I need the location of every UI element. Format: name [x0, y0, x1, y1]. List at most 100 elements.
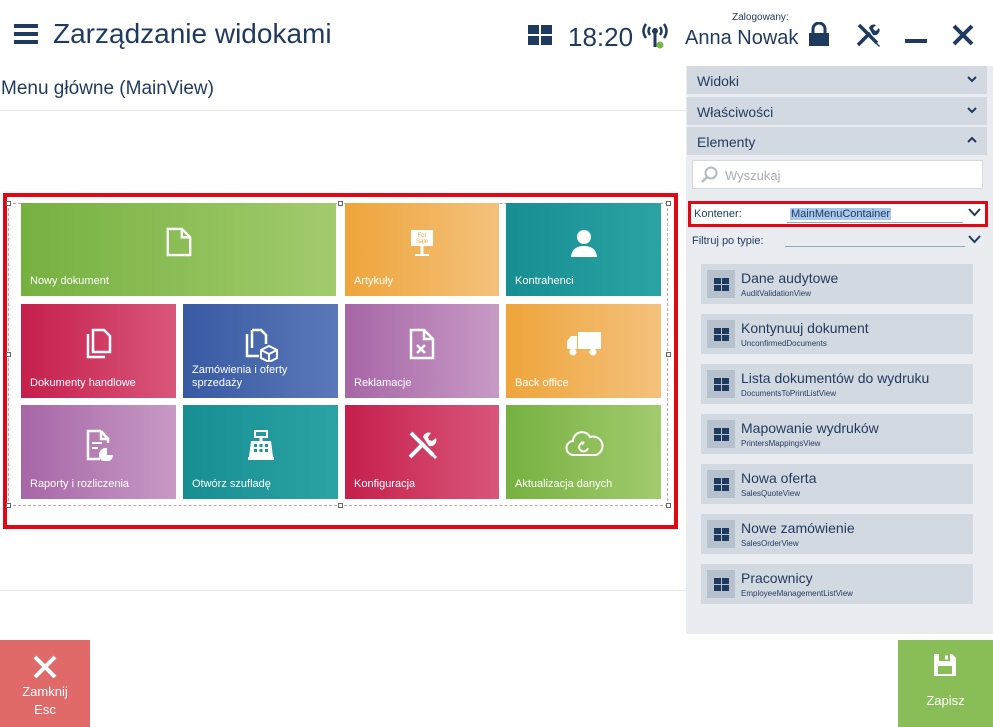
view-icon — [707, 370, 735, 398]
view-list-item[interactable]: Lista dokumentów do wydruku DocumentsToP… — [701, 364, 973, 404]
tile-data-update[interactable]: Aktualizacja danych — [506, 405, 661, 499]
tile-trade-documents[interactable]: Dokumenty handlowe — [21, 304, 176, 398]
connection-signal-icon — [642, 23, 668, 49]
view-list-item[interactable]: Nowe zamówienie SalesOrderView — [701, 514, 973, 554]
cloud-refresh-icon — [565, 431, 603, 456]
tile-reports[interactable]: Raporty i rozliczenia — [21, 405, 176, 499]
close-shortcut: Esc — [34, 702, 56, 717]
documents-icon — [86, 328, 111, 359]
container-select[interactable]: Kontener: MainMenuContainer — [688, 201, 988, 227]
filter-type-select[interactable] — [785, 246, 965, 247]
app-title: Zarządzanie widokami — [53, 18, 332, 49]
search-icon — [701, 166, 718, 183]
chevron-down-icon[interactable] — [968, 234, 981, 244]
user-name[interactable]: Anna Nowak — [685, 27, 798, 50]
tile-label: Konfiguracja — [354, 478, 416, 490]
select-underline — [787, 222, 963, 223]
resize-handle[interactable] — [666, 201, 671, 206]
item-id: DocumentsToPrintListView — [741, 389, 837, 398]
for-sale-sign-icon: ForSale — [411, 230, 433, 256]
view-icon — [707, 520, 735, 548]
view-list-item[interactable]: Kontynuuj dokument UnconfirmedDocuments — [701, 314, 973, 354]
section-label: Widoki — [697, 73, 740, 89]
tile-back-office[interactable]: Back office — [506, 304, 661, 398]
lock-icon[interactable] — [808, 22, 830, 46]
tile-label: Back office — [515, 377, 569, 389]
resize-handle[interactable] — [666, 503, 671, 508]
item-id: PrintersMappingsView — [741, 439, 821, 448]
item-name: Lista dokumentów do wydruku — [741, 370, 930, 386]
view-list-item[interactable]: Pracownicy EmployeeManagementListView — [701, 564, 973, 604]
container-value: MainMenuContainer — [790, 208, 892, 220]
tile-label: Nowy dokument — [30, 275, 109, 287]
order-box-icon — [245, 328, 278, 362]
complaint-icon — [409, 328, 435, 360]
item-id: AuditValidationView — [741, 289, 811, 298]
section-elements[interactable]: Elementy — [687, 127, 987, 155]
item-id: EmployeeManagementListView — [741, 589, 853, 598]
save-icon — [934, 654, 956, 676]
view-list-item[interactable]: Nowa oferta SalesQuoteView — [701, 464, 973, 504]
save-button[interactable]: Zapisz — [898, 640, 993, 727]
item-name: Dane audytowe — [741, 270, 839, 286]
section-properties[interactable]: Właściwości — [687, 97, 987, 125]
chevron-down-icon — [967, 107, 977, 114]
chevron-down-icon — [967, 76, 977, 83]
chevron-up-icon — [967, 136, 977, 143]
clock: 18:20 — [568, 22, 634, 52]
menu-icon[interactable] — [14, 24, 38, 44]
view-icon — [707, 470, 735, 498]
resize-handle[interactable] — [666, 352, 671, 357]
top-bar: Zarządzanie widokami 18:20 Zalogowany: A… — [0, 0, 993, 66]
resize-handle[interactable] — [6, 201, 11, 206]
tile-label: Dokumenty handlowe — [30, 377, 136, 389]
svg-text:Sale: Sale — [416, 239, 429, 245]
report-icon — [86, 429, 113, 461]
filter-type-label: Filtruj po typie: — [692, 235, 764, 247]
section-label: Elementy — [697, 134, 756, 150]
tiles-grid-icon[interactable] — [528, 25, 552, 45]
container-label: Kontener: — [694, 208, 742, 220]
item-id: SalesOrderView — [741, 539, 799, 548]
tile-label: Kontrahenci — [515, 275, 574, 287]
logged-in-label: Zalogowany: — [732, 12, 789, 23]
cash-register-icon — [247, 430, 274, 460]
resize-handle[interactable] — [6, 352, 11, 357]
tile-contractors[interactable]: Kontrahenci — [506, 203, 661, 296]
item-id: UnconfirmedDocuments — [741, 339, 827, 348]
view-list-item[interactable]: Dane audytowe AuditValidationView — [701, 264, 973, 304]
chevron-down-icon — [968, 208, 981, 217]
settings-tools-icon[interactable] — [855, 22, 881, 48]
tile-label: Zamówienia i oferty sprzedaży — [192, 364, 288, 389]
truck-icon — [566, 332, 601, 356]
view-title: Menu główne (MainView) — [1, 78, 214, 99]
tile-configuration[interactable]: Konfiguracja — [345, 405, 499, 499]
view-list-item[interactable]: Mapowanie wydruków PrintersMappingsView — [701, 414, 973, 454]
tile-label: Raporty i rozliczenia — [30, 478, 130, 490]
close-button[interactable]: Zamknij Esc — [0, 640, 90, 727]
tile-complaints[interactable]: Reklamacje — [345, 304, 499, 398]
item-name: Mapowanie wydruków — [741, 420, 879, 436]
tools-icon — [408, 431, 437, 459]
tile-label: Reklamacje — [354, 377, 412, 389]
minimize-icon[interactable] — [905, 39, 927, 43]
resize-handle[interactable] — [6, 503, 11, 508]
resize-handle[interactable] — [338, 503, 343, 508]
search-input[interactable]: Wyszukaj — [692, 160, 983, 189]
close-window-icon[interactable] — [952, 24, 974, 46]
resize-handle[interactable] — [338, 201, 343, 206]
person-icon — [570, 230, 597, 257]
close-label: Zamknij — [22, 684, 68, 699]
close-icon — [33, 655, 57, 679]
view-icon — [707, 420, 735, 448]
tile-label: Otwórz szufladę — [192, 478, 271, 490]
tile-open-drawer[interactable]: Otwórz szufladę — [183, 405, 338, 499]
tile-new-document[interactable]: Nowy dokument — [21, 203, 336, 296]
item-id: SalesQuoteView — [741, 489, 800, 498]
section-views[interactable]: Widoki — [687, 66, 987, 94]
tile-orders-offers[interactable]: Zamówienia i oferty sprzedaży — [183, 304, 338, 398]
tile-label: Artykuły — [354, 275, 394, 287]
item-name: Kontynuuj dokument — [741, 320, 869, 336]
tile-articles[interactable]: For Sale Artykuły — [345, 203, 499, 296]
document-icon — [166, 227, 191, 257]
